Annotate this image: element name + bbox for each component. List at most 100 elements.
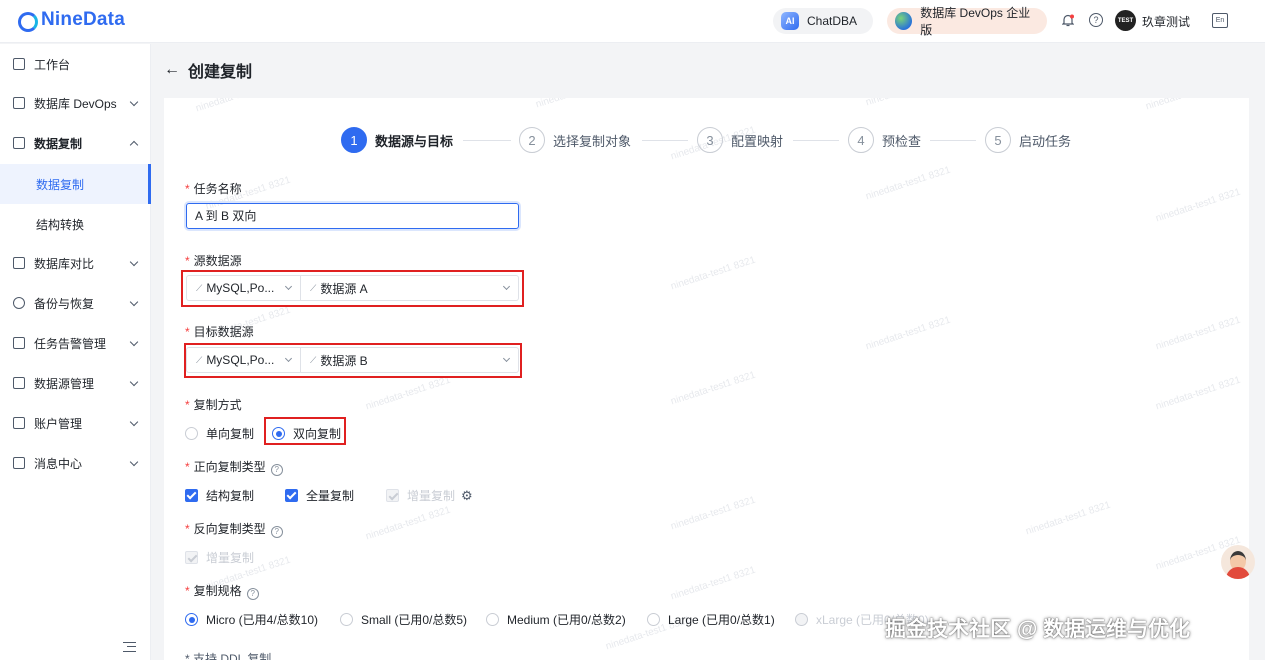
required-mark: * — [185, 398, 190, 412]
radio-label: Small (已用0/总数5) — [361, 613, 468, 627]
step-number: 1 — [341, 127, 367, 153]
watermark: ninedata-test1 8321 — [1144, 98, 1231, 112]
label-text: 目标数据源 — [193, 325, 254, 339]
required-mark: * — [185, 325, 190, 339]
label-text: 源数据源 — [193, 254, 242, 268]
watermark: ninedata-test1 8321 — [864, 314, 952, 353]
mode-label: * 复制方式 — [185, 396, 242, 413]
mode-oneway-radio[interactable]: 单向复制 — [185, 425, 254, 442]
copy-icon — [13, 137, 25, 149]
devops-edition-button[interactable]: 数据库 DevOps 企业版 — [887, 6, 1047, 37]
required-mark: * — [185, 254, 190, 268]
label-text: 任务名称 — [193, 182, 242, 196]
top-bar: NineData AI ChatDBA 数据库 DevOps 企业版 ? TES… — [0, 0, 1265, 43]
sidebar-item-label: 数据复制 — [36, 177, 85, 192]
sidebar-item-db-compare[interactable]: 数据库对比 — [0, 243, 151, 283]
sidebar-item-label: 任务告警管理 — [34, 336, 107, 351]
sidebar-item-accounts[interactable]: 账户管理 — [0, 403, 151, 443]
alarm-icon — [13, 337, 25, 349]
highlight-box — [264, 417, 346, 445]
spec-medium-radio[interactable]: Medium (已用0/总数2) — [486, 611, 626, 628]
step-label: 启动任务 — [1019, 133, 1072, 149]
watermark: ninedata-test1 8321 — [669, 254, 757, 293]
reverse-incr-checkbox: 增量复制 — [185, 549, 254, 566]
label-text: 正向复制类型 — [193, 460, 266, 474]
task-name-input[interactable]: A 到 B 双向 — [186, 203, 519, 229]
page-header: ← 创建复制 — [164, 58, 252, 82]
chevron-down-icon — [129, 257, 139, 267]
chatdba-button[interactable]: AI ChatDBA — [773, 8, 873, 34]
globe-icon — [895, 12, 913, 30]
checkbox-label: 全量复制 — [306, 489, 355, 503]
forward-full-checkbox[interactable]: 全量复制 — [285, 487, 354, 504]
radio-circle — [647, 613, 660, 626]
step-number: 5 — [985, 127, 1011, 153]
step-divider — [793, 140, 839, 141]
required-mark: * — [185, 522, 190, 536]
required-mark: * — [185, 460, 190, 474]
support-assistant-avatar[interactable] — [1221, 545, 1255, 579]
compare-icon — [13, 257, 25, 269]
forward-incr-checkbox: 增量复制 ⚙ — [386, 487, 473, 504]
spec-large-radio[interactable]: Large (已用0/总数1) — [647, 611, 775, 628]
sidebar-item-alarms[interactable]: 任务告警管理 — [0, 323, 151, 363]
highlight-box — [181, 270, 524, 307]
spec-micro-radio[interactable]: Micro (已用4/总数10) — [185, 611, 318, 628]
sidebar-item-devops[interactable]: 数据库 DevOps — [0, 83, 151, 123]
sidebar-subitem-schema-conversion[interactable]: 结构转换 — [0, 204, 151, 244]
step-divider — [463, 140, 511, 141]
sidebar-item-label: 工作台 — [34, 57, 71, 72]
devops-edition-label: 数据库 DevOps 企业版 — [920, 6, 1031, 37]
checkbox-label: 增量复制 — [206, 551, 255, 565]
back-arrow-icon[interactable]: ← — [164, 61, 180, 79]
step-label: 预检查 — [882, 133, 922, 149]
chatdba-label: ChatDBA — [807, 14, 858, 28]
logo[interactable]: NineData — [16, 9, 125, 32]
sidebar-item-label: 数据库 DevOps — [34, 96, 117, 111]
chevron-down-icon — [129, 377, 139, 387]
step-label: 配置映射 — [731, 133, 784, 149]
help-icon[interactable]: ? — [246, 588, 259, 600]
username[interactable]: 玖章测试 — [1142, 13, 1190, 30]
help-icon[interactable]: ? — [1089, 13, 1103, 27]
sidebar-item-label: 消息中心 — [34, 456, 83, 471]
step-select-objects: 2 选择复制对象 — [519, 127, 631, 153]
sidebar-item-label: 结构转换 — [36, 217, 85, 232]
sidebar-item-messages[interactable]: 消息中心 — [0, 443, 151, 483]
label-text: 复制方式 — [193, 398, 242, 412]
home-icon — [13, 58, 25, 70]
label-text: 复制规格 — [193, 584, 242, 598]
sidebar-item-backup[interactable]: 备份与恢复 — [0, 283, 151, 323]
gear-icon[interactable]: ⚙ — [461, 488, 473, 504]
sidebar-subitem-data-replication[interactable]: 数据复制 — [0, 164, 151, 204]
forward-type-label: * 正向复制类型? — [185, 458, 283, 476]
sidebar-item-workbench[interactable]: 工作台 — [0, 44, 151, 84]
ninedata-logo-icon — [16, 10, 38, 32]
form-card: ninedata-test1 8321 ninedata-test1 8321 … — [164, 98, 1249, 660]
cloud-icon — [13, 297, 25, 309]
checkbox-box — [285, 489, 298, 502]
chevron-down-icon — [129, 457, 139, 467]
chevron-down-icon — [129, 337, 139, 347]
step-datasource: 1 数据源与目标 — [341, 127, 453, 153]
language-switch-icon[interactable]: En — [1212, 13, 1228, 28]
help-icon[interactable]: ? — [270, 526, 283, 538]
step-label: 数据源与目标 — [375, 133, 454, 149]
chevron-down-icon — [129, 417, 139, 427]
radio-circle — [185, 613, 198, 626]
footer-watermark: 掘金技术社区 @ 数据运维与优化 — [885, 618, 1191, 641]
monitor-icon — [13, 97, 25, 109]
help-icon[interactable]: ? — [270, 464, 283, 476]
watermark: ninedata-test1 8321 — [669, 369, 757, 408]
highlight-box — [184, 343, 522, 378]
bell-icon[interactable] — [1062, 14, 1074, 27]
forward-struct-checkbox[interactable]: 结构复制 — [185, 487, 254, 504]
sidebar-item-datasources[interactable]: 数据源管理 — [0, 363, 151, 403]
step-number: 4 — [848, 127, 874, 153]
spec-small-radio[interactable]: Small (已用0/总数5) — [340, 611, 467, 628]
sidebar-item-label: 备份与恢复 — [34, 296, 95, 311]
collapse-sidebar-icon[interactable] — [123, 642, 136, 652]
avatar[interactable]: TEST — [1115, 10, 1136, 31]
sidebar-item-replication[interactable]: 数据复制 — [0, 123, 151, 163]
ddl-replication-label: * 支持 DDL 复制 — [185, 652, 272, 660]
